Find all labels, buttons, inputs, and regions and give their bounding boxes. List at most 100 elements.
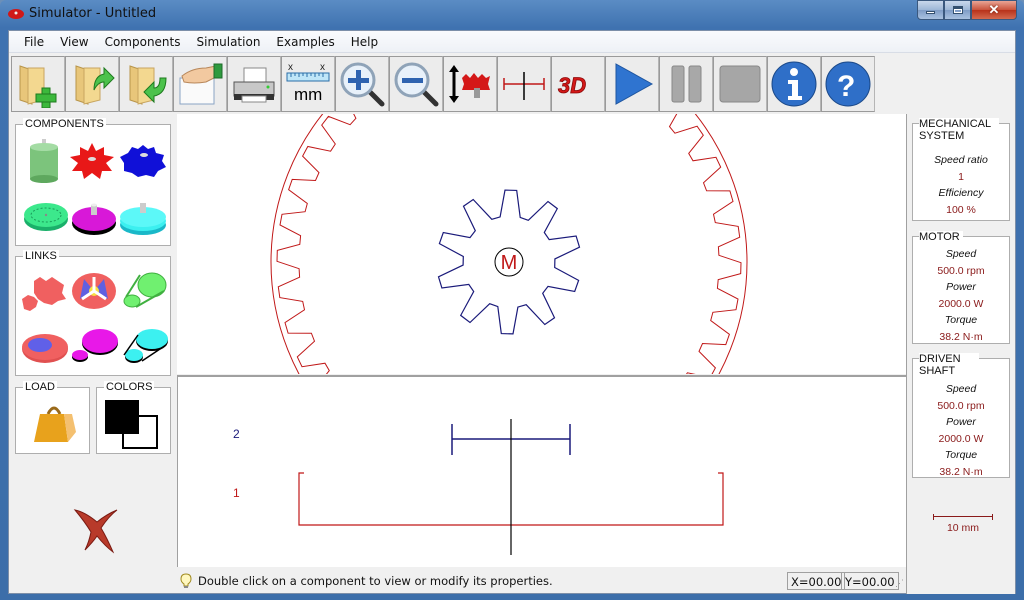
view-3d-button[interactable]: 3D [551, 56, 605, 112]
resize-grip[interactable]: ⋰ [895, 578, 904, 589]
motor-power-value: 2000.0 W [938, 297, 984, 310]
delete-icon[interactable] [67, 502, 119, 554]
stop-button[interactable] [713, 56, 767, 112]
units-label: mm [294, 85, 322, 104]
app-window: Simulator - Untitled ✕ File View Compone… [0, 0, 1024, 600]
toolbar: x x mm 3D ? [11, 56, 875, 112]
efficiency-label: Efficiency [938, 187, 984, 199]
colors-group[interactable]: COLORS [96, 381, 171, 454]
3d-icon: 3D [558, 73, 587, 99]
load-group[interactable]: LOAD [15, 381, 90, 454]
new-file-button[interactable] [11, 56, 65, 112]
shaft-label-2: 2 [233, 427, 240, 441]
load-label: LOAD [23, 381, 57, 394]
zoom-in-button[interactable] [335, 56, 389, 112]
svg-text:?: ? [837, 70, 855, 103]
internal-gear-icon[interactable] [22, 195, 70, 237]
gear-axial-icon [449, 65, 490, 103]
gear-mesh-icon[interactable] [20, 273, 68, 313]
svg-text:3D: 3D [558, 73, 586, 98]
help-button[interactable]: ? [821, 56, 875, 112]
menu-help[interactable]: Help [343, 35, 386, 49]
y-coordinate: Y=00.00 [841, 572, 899, 590]
zoom-in-icon [340, 62, 385, 107]
weight-icon [34, 406, 76, 442]
section-icon [503, 72, 545, 100]
app-gear-icon [8, 9, 24, 19]
efficiency-value: 100 % [946, 203, 976, 216]
window-title: Simulator - Untitled [29, 6, 157, 21]
play-icon [615, 63, 654, 105]
print-button[interactable] [227, 56, 281, 112]
colors-label: COLORS [104, 381, 155, 394]
driven-torque-label: Torque [944, 449, 978, 461]
minimize-icon [926, 11, 935, 14]
components-label: COMPONENTS [23, 118, 106, 131]
sprocket-icon[interactable] [118, 195, 168, 241]
motor-torque-value: 38.2 N·m [939, 330, 983, 343]
open-file-button[interactable] [65, 56, 119, 112]
folder-open-icon [75, 65, 115, 105]
scale-bar: 10 mm [933, 514, 993, 534]
belt-drive-icon[interactable] [70, 325, 120, 369]
motor-title: MOTOR [919, 231, 963, 243]
select-button[interactable] [173, 56, 227, 112]
menu-components[interactable]: Components [97, 35, 189, 49]
close-button[interactable]: ✕ [971, 0, 1017, 20]
pulley-icon[interactable] [70, 195, 118, 241]
chain-drive-icon[interactable] [120, 269, 168, 313]
driven-torque-value: 38.2 N·m [939, 465, 983, 478]
folder-plus-icon [19, 65, 57, 108]
pause-button[interactable] [659, 56, 713, 112]
links-label: LINKS [23, 250, 59, 263]
units-button[interactable]: x x mm [281, 56, 335, 112]
v-belt-drive-icon[interactable] [120, 323, 170, 369]
motor-box: MOTOR Speed 500.0 rpm Power 2000.0 W Tor… [912, 231, 1010, 344]
menu-simulation[interactable]: Simulation [189, 35, 269, 49]
motor-speed-label: Speed [945, 248, 977, 260]
components-group: COMPONENTS [15, 118, 171, 246]
ring-gear[interactable] [270, 114, 748, 374]
driven-power-value: 2000.0 W [938, 432, 984, 445]
axial-position-button[interactable] [443, 56, 497, 112]
menu-view[interactable]: View [52, 35, 96, 49]
motor-icon[interactable] [24, 137, 64, 187]
driven-speed-value: 500.0 rpm [937, 399, 985, 412]
stop-icon [719, 65, 761, 103]
internal-mesh-icon[interactable] [20, 327, 70, 367]
printer-icon [233, 67, 275, 103]
status-bar: Double click on a component to view or m… [177, 569, 906, 593]
folder-save-icon [129, 65, 167, 105]
menu-file[interactable]: File [9, 35, 52, 49]
info-button[interactable] [767, 56, 821, 112]
spur-gear-icon[interactable] [68, 141, 116, 181]
driven-shaft-title: DRIVEN SHAFT [919, 353, 979, 377]
maximize-button[interactable] [944, 0, 971, 20]
minimize-button[interactable] [917, 0, 944, 20]
play-button[interactable] [605, 56, 659, 112]
save-file-button[interactable] [119, 56, 173, 112]
driven-shaft-box: DRIVEN SHAFT Speed 500.0 rpm Power 2000.… [912, 353, 1010, 478]
section-canvas[interactable]: 2 1 [177, 375, 906, 567]
zoom-out-icon [394, 62, 439, 107]
lightbulb-icon [180, 573, 192, 588]
svg-text:x: x [320, 62, 325, 73]
status-hint: Double click on a component to view or m… [198, 574, 553, 588]
links-group: LINKS [15, 250, 171, 376]
shaft-label-1: 1 [233, 486, 240, 500]
mechanical-system-box: MECHANICAL SYSTEM Speed ratio 1 Efficien… [912, 118, 1010, 221]
planetary-icon[interactable] [70, 269, 118, 313]
help-icon: ? [825, 61, 871, 107]
section-view-button[interactable] [497, 56, 551, 112]
helical-gear-icon[interactable] [118, 141, 168, 181]
pause-icon [671, 65, 702, 103]
mechanical-system-title: MECHANICAL SYSTEM [919, 118, 999, 142]
menu-bar: File View Components Simulation Examples… [9, 31, 1015, 53]
menu-examples[interactable]: Examples [268, 35, 342, 49]
zoom-out-button[interactable] [389, 56, 443, 112]
client-area: File View Components Simulation Examples… [8, 30, 1016, 594]
gear-canvas[interactable]: M [177, 114, 906, 374]
close-icon: ✕ [988, 2, 1000, 17]
info-icon [771, 61, 817, 107]
ruler-mm-icon: x x mm [286, 62, 330, 104]
